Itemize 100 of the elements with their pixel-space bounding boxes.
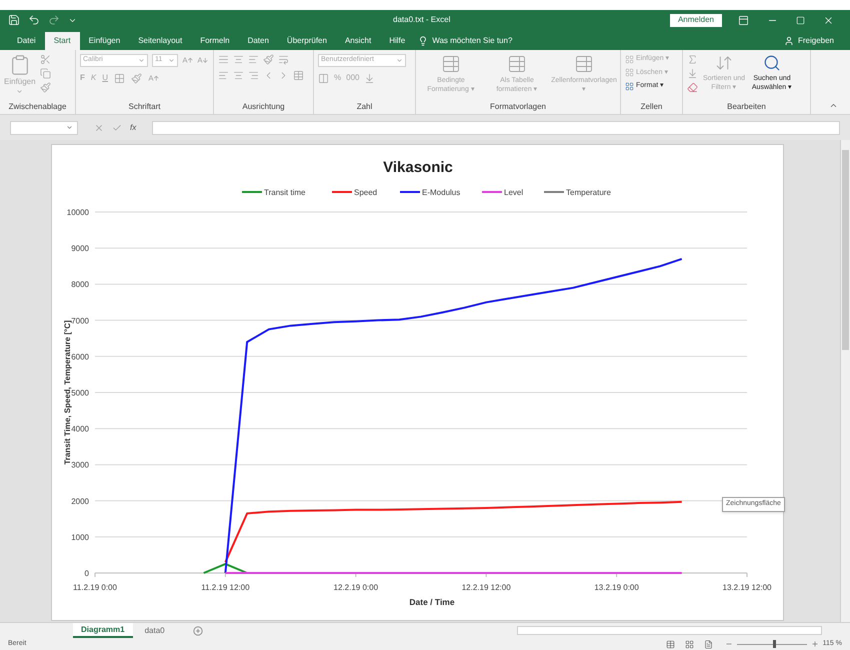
table-style-icon: [574, 54, 594, 74]
normal-view-icon[interactable]: [666, 640, 675, 648]
y-tick-label: 1000: [71, 532, 89, 542]
save-icon[interactable]: [8, 14, 20, 26]
legend-label: Temperature: [566, 188, 612, 197]
y-tick-label: 6000: [71, 352, 89, 362]
restore-icon[interactable]: [796, 16, 805, 24]
ribbon-options-icon[interactable]: [738, 14, 749, 26]
chart-title: Vikasonic: [383, 159, 453, 176]
sort-icon: [715, 54, 733, 72]
fill-icon[interactable]: [687, 68, 698, 79]
name-box[interactable]: [10, 120, 78, 134]
window-title: data0.txt - Excel: [392, 14, 452, 26]
zoom-in-icon[interactable]: [810, 640, 819, 648]
table-style-icon: [441, 54, 461, 74]
page-layout-icon[interactable]: [684, 640, 694, 648]
legend-entry: E-Modulus: [400, 188, 460, 197]
x-tick-label: 13.2.19 0:00: [594, 583, 639, 592]
grid-icon: [625, 82, 634, 91]
collapse-ribbon-icon[interactable]: [829, 101, 838, 110]
ribbon-group-label: Zellen: [640, 101, 664, 113]
y-tick-label: 3000: [71, 460, 89, 470]
legend-entry: Transit time: [242, 188, 306, 197]
lightbulb-icon: [418, 36, 428, 46]
formula-field[interactable]: [152, 120, 840, 134]
ribbon-group-label: Ausrichtung: [241, 101, 286, 113]
align-center-icon[interactable]: [233, 70, 244, 81]
caret-icon: [66, 124, 73, 131]
x-tick-label: 13.2.19 12:00: [722, 583, 772, 592]
horizontal-scrollbar[interactable]: [516, 626, 822, 635]
legend-label: Level: [504, 188, 524, 197]
paintbrush-icon[interactable]: [40, 82, 51, 93]
legend-label: E-Modulus: [422, 188, 460, 197]
align-left-icon[interactable]: [218, 70, 229, 81]
vertical-scrollbar[interactable]: [840, 140, 850, 622]
ribbon-group-label: Formatvorlagen: [488, 101, 548, 113]
y-tick-label: 8000: [71, 280, 89, 290]
zoom-slider-thumb[interactable]: [772, 640, 776, 648]
caret-icon: [16, 88, 24, 95]
ribbon-group-label: Zahl: [356, 101, 374, 113]
sheet-tab[interactable]: Diagramm1: [73, 623, 133, 638]
wrap-text-icon[interactable]: [278, 54, 289, 65]
insert-function-button[interactable]: fx: [130, 122, 136, 134]
merge-icon[interactable]: [293, 70, 304, 81]
zoom-slider[interactable]: [736, 640, 807, 648]
border-icon[interactable]: [114, 72, 126, 84]
caret-icon: [138, 57, 145, 64]
ribbon-tab[interactable]: Seitenlayout: [129, 32, 192, 50]
undo-icon[interactable]: [28, 14, 40, 26]
close-icon[interactable]: [823, 14, 834, 26]
x-axis-title: Date / Time: [409, 597, 455, 607]
legend-entry: Level: [482, 188, 524, 197]
align-right-icon[interactable]: [248, 70, 259, 81]
y-tick-label: 10000: [66, 208, 89, 217]
align-middle-icon[interactable]: [233, 54, 244, 65]
ribbon-tab[interactable]: Ansicht: [336, 32, 380, 50]
y-axis-title: Transit Time, Speed, Temperature [°C]: [63, 320, 72, 465]
x-tick-label: 12.2.19 12:00: [462, 583, 511, 592]
legend-entry: Speed: [332, 188, 378, 197]
enter-icon[interactable]: [112, 122, 122, 132]
cancel-icon[interactable]: [94, 122, 104, 132]
person-icon: [784, 36, 794, 46]
legend-label: Speed: [354, 188, 378, 197]
search-icon: [763, 54, 781, 72]
caret-icon: [168, 57, 175, 64]
ribbon-tab[interactable]: Einfügen: [80, 32, 130, 50]
table-style-icon: [507, 54, 527, 74]
page-break-icon[interactable]: [704, 640, 713, 648]
caret-icon: [396, 57, 403, 64]
ribbon-tab[interactable]: Daten: [238, 32, 278, 50]
x-tick-label: 11.2.19 0:00: [73, 583, 117, 592]
tell-me-field[interactable]: Was möchten Sie tun?: [418, 32, 512, 50]
fill-color-icon[interactable]: [131, 72, 142, 84]
legend-entry: Temperature: [544, 188, 611, 197]
y-tick-label: 9000: [71, 244, 89, 254]
y-tick-label: 2000: [71, 496, 89, 506]
sign-in-button[interactable]: Anmelden: [670, 14, 722, 26]
copy-icon[interactable]: [40, 68, 51, 79]
ribbon-tab[interactable]: Überprüfen: [278, 32, 336, 50]
sum-icon[interactable]: [687, 54, 698, 65]
share-button[interactable]: Freigeben: [784, 32, 834, 50]
ribbon-group-label: Zwischenablage: [8, 101, 68, 113]
ribbon-group-label: Bearbeiten: [726, 101, 767, 113]
y-tick-label: 4000: [71, 424, 89, 434]
cut-icon[interactable]: [40, 54, 51, 65]
legend-label: Transit time: [264, 188, 306, 197]
grid-icon: [625, 54, 634, 64]
y-tick-label: 0: [84, 569, 89, 578]
sheet-tab[interactable]: data0: [136, 623, 173, 638]
grid-icon: [625, 68, 634, 78]
ribbon-tab[interactable]: Hilfe: [380, 32, 414, 50]
ribbon-tab[interactable]: Start: [44, 32, 80, 50]
y-tick-label: 7000: [71, 316, 89, 326]
ribbon-tab[interactable]: Formeln: [191, 32, 239, 50]
x-tick-label: 11.2.19 12:00: [201, 583, 250, 592]
x-tick-label: 12.2.19 0:00: [334, 583, 378, 592]
clear-icon[interactable]: [687, 82, 698, 93]
y-tick-label: 5000: [71, 388, 89, 398]
ribbon-tab[interactable]: Datei: [8, 32, 45, 50]
ribbon-group-label: Schriftart: [127, 101, 162, 113]
